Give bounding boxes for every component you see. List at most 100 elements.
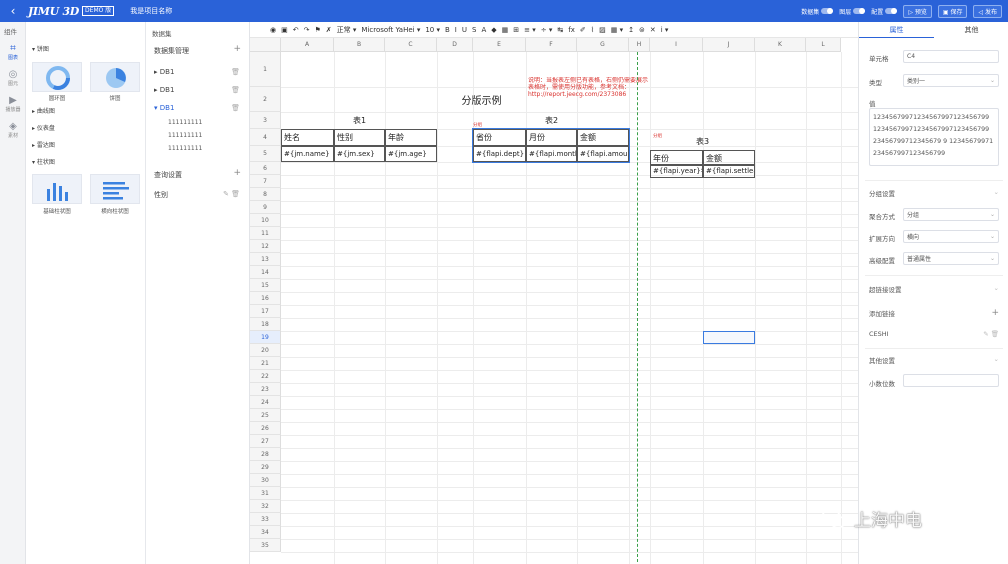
row-header[interactable]: 13 xyxy=(250,253,281,266)
toolbar-tool[interactable]: ✗ xyxy=(326,26,332,34)
row-header[interactable]: 31 xyxy=(250,487,281,500)
link-item-row[interactable]: CESHI ✎ 🗑 xyxy=(869,330,999,338)
toolbar-tool[interactable]: ↶ xyxy=(293,26,299,34)
project-name[interactable]: 我是项目名称 xyxy=(130,6,172,16)
table1-header[interactable]: 年龄 xyxy=(385,129,437,146)
row-header[interactable]: 14 xyxy=(250,266,281,279)
row-header[interactable]: 5 xyxy=(250,146,281,162)
link-settings-section[interactable]: 超链接设置 ⌄ xyxy=(869,284,999,294)
row-header[interactable]: 25 xyxy=(250,409,281,422)
toolbar-tool[interactable]: ⊜ xyxy=(639,26,645,34)
trash-icon[interactable]: 🗑 xyxy=(231,86,240,94)
dataset-item-expanded[interactable]: ▾ DB1 xyxy=(154,104,174,112)
thumb-donut[interactable] xyxy=(32,62,82,92)
toolbar-tool[interactable]: ▨ xyxy=(599,26,606,34)
row-header[interactable]: 20 xyxy=(250,344,281,357)
toolbar-tool[interactable]: ⚑ xyxy=(314,26,320,34)
category-bar[interactable]: ▾ 柱状图 xyxy=(32,157,55,166)
toolbar-tool[interactable]: ≡ ▾ xyxy=(524,26,536,34)
table1-value[interactable]: #{jm.age} xyxy=(385,146,437,162)
row-header[interactable]: 9 xyxy=(250,201,281,214)
advanced-select[interactable]: 普通属性 ⌄ xyxy=(903,252,999,265)
row-header[interactable]: 21 xyxy=(250,357,281,370)
spreadsheet[interactable]: A B C D E F G H I J K L 1 2 3 4 5 6 7 8 9 10 11 12 13 14 15 16 17 18 1… xyxy=(250,38,858,564)
toolbar-tool[interactable]: A xyxy=(481,26,486,34)
rail-item-chart[interactable]: ⌗ 图表 xyxy=(0,44,26,62)
column-header[interactable]: B xyxy=(334,38,385,52)
edit-icon[interactable]: ✎ xyxy=(223,190,229,198)
toolbar-tool[interactable]: Microsoft YaHei ▾ xyxy=(361,26,420,34)
rail-item-element[interactable]: ◎ 图元 xyxy=(0,70,26,88)
column-header[interactable]: D xyxy=(437,38,473,52)
add-dataset-icon[interactable]: + xyxy=(233,44,241,54)
group-settings-section[interactable]: 分组设置 ⌄ xyxy=(869,188,999,198)
row-header[interactable]: 19 xyxy=(250,331,281,344)
toolbar-tool[interactable]: ↷ xyxy=(304,26,310,34)
category-gauge[interactable]: ▸ 仪表盘 xyxy=(32,123,55,132)
toolbar-tool[interactable]: ÷ ▾ xyxy=(541,26,553,34)
toolbar-tool[interactable]: S xyxy=(472,26,476,34)
row-header[interactable]: 6 xyxy=(250,162,281,175)
table1-header[interactable]: 性别 xyxy=(334,129,385,146)
row-header[interactable]: 32 xyxy=(250,500,281,513)
row-header[interactable]: 29 xyxy=(250,461,281,474)
trash-icon[interactable]: 🗑 xyxy=(231,190,240,198)
row-header[interactable]: 27 xyxy=(250,435,281,448)
table3-value[interactable]: #{flapi.year}年 xyxy=(650,164,703,178)
trash-icon[interactable]: 🗑 xyxy=(231,104,240,112)
cell-input[interactable]: C4 xyxy=(903,50,999,63)
toggle-config[interactable]: 配置 xyxy=(871,7,898,16)
dataset-item[interactable]: ▸ DB1 xyxy=(154,86,174,94)
row-header[interactable]: 18 xyxy=(250,318,281,331)
row-header[interactable]: 17 xyxy=(250,305,281,318)
decimal-input[interactable] xyxy=(903,374,999,387)
back-arrow-icon[interactable]: ‹ xyxy=(4,4,22,18)
table1-header[interactable]: 姓名 xyxy=(281,129,334,146)
row-header[interactable]: 28 xyxy=(250,448,281,461)
tab-other[interactable]: 其他 xyxy=(934,22,1008,38)
column-header[interactable]: G xyxy=(577,38,629,52)
column-header[interactable]: E xyxy=(473,38,526,52)
table1-title[interactable]: 表1 xyxy=(334,112,385,129)
plus-icon[interactable]: + xyxy=(991,308,999,318)
row-header[interactable]: 35 xyxy=(250,539,281,552)
thumb-horizontal-bar[interactable] xyxy=(90,174,140,204)
row-header[interactable]: 15 xyxy=(250,279,281,292)
row-header[interactable]: 30 xyxy=(250,474,281,487)
toolbar-tool[interactable]: fx xyxy=(568,26,575,34)
toolbar-tool[interactable]: ▦ xyxy=(502,26,509,34)
save-button[interactable]: ▣ 保存 xyxy=(937,4,968,18)
dataset-field[interactable]: 111111111 xyxy=(168,119,202,126)
value-textarea[interactable]: 12345679971234567997123456799 1234567997… xyxy=(869,108,999,166)
dataset-field[interactable]: 111111111 xyxy=(168,132,202,139)
table3-title[interactable]: 表3 xyxy=(650,133,755,150)
toolbar-tool[interactable]: ◆ xyxy=(491,26,496,34)
column-header[interactable]: K xyxy=(755,38,806,52)
row-header[interactable]: 24 xyxy=(250,396,281,409)
toolbar-tool[interactable]: i ▾ xyxy=(661,26,669,34)
toggle-dataset[interactable]: 数据集 xyxy=(801,7,834,16)
toolbar-tool[interactable]: B xyxy=(445,26,450,34)
toolbar-tool[interactable]: ⌇ xyxy=(591,26,594,34)
table2-title[interactable]: 表2 xyxy=(526,112,577,129)
trash-icon[interactable]: 🗑 xyxy=(231,68,240,76)
row-header[interactable]: 7 xyxy=(250,175,281,188)
row-header[interactable]: 1 xyxy=(250,52,281,87)
toolbar-tool[interactable]: U xyxy=(462,26,467,34)
selected-cell[interactable] xyxy=(703,331,755,344)
row-header[interactable]: 34 xyxy=(250,526,281,539)
column-header[interactable]: J xyxy=(703,38,755,52)
column-header[interactable]: H xyxy=(629,38,650,52)
row-header[interactable]: 23 xyxy=(250,383,281,396)
toolbar-tool[interactable]: ✕ xyxy=(650,26,656,34)
toolbar-tool[interactable]: ⊞ xyxy=(513,26,519,34)
toolbar-tool[interactable]: ↹ xyxy=(557,26,563,34)
dataset-item[interactable]: ▸ DB1 xyxy=(154,68,174,76)
row-header[interactable]: 8 xyxy=(250,188,281,201)
toolbar-tool[interactable]: ↥ xyxy=(628,26,634,34)
table3-value[interactable]: #{flapi.settlea xyxy=(703,164,755,178)
table1-value[interactable]: #{jm.sex} xyxy=(334,146,385,162)
sheet-title-cell[interactable]: 分版示例 xyxy=(437,87,526,112)
toolbar-tool[interactable]: ▣ xyxy=(281,26,288,34)
tab-properties[interactable]: 属性 xyxy=(859,22,934,38)
